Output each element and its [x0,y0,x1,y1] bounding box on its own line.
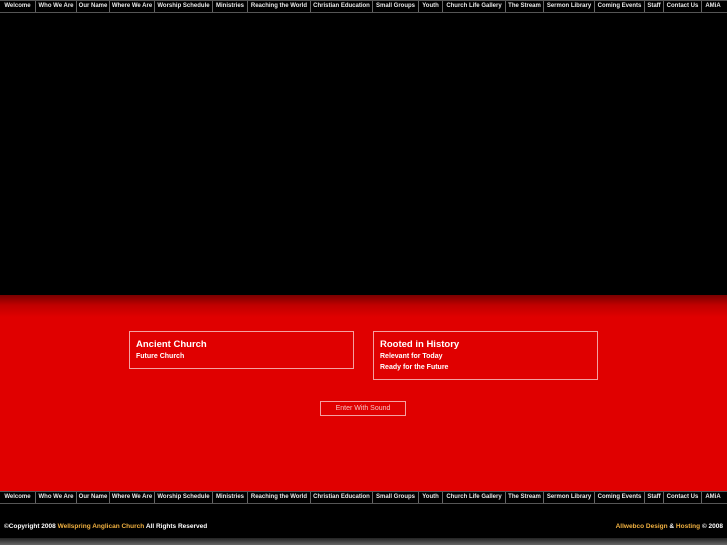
nav-item-welcome[interactable]: Welcome [0,492,36,503]
nav-item-staff[interactable]: Staff [645,1,664,12]
nav-item-amia[interactable]: AMiA [702,1,724,12]
nav-item-contact-us[interactable]: Contact Us [664,1,702,12]
designer-credit: Allwebco Design & Hosting © 2008 [616,523,723,530]
nav-item-christian-education[interactable]: Christian Education [311,1,373,12]
copyright-text: ©Copyright 2008 Wellspring Anglican Chur… [4,523,207,530]
nav-item-youth[interactable]: Youth [419,1,443,12]
copyright-prefix: ©Copyright 2008 [4,523,56,530]
nav-item-where-we-are[interactable]: Where We Are [110,1,155,12]
nav-item-sermon-library[interactable]: Sermon Library [544,492,595,503]
nav-item-small-groups[interactable]: Small Groups [373,1,419,12]
year-text: © 2008 [701,523,723,530]
window-bottom-edge [0,538,727,545]
rooted-in-history-box: Rooted in History Relevant for Today Rea… [373,331,598,380]
nav-item-small-groups[interactable]: Small Groups [373,492,419,503]
rooted-in-history-title: Rooted in History [380,339,460,350]
church-name-link[interactable]: Wellspring Anglican Church [58,523,145,530]
ready-for-future-text: Ready for the Future [380,364,449,371]
hosting-link[interactable]: Hosting [676,523,700,530]
nav-item-coming-events[interactable]: Coming Events [595,1,645,12]
nav-item-ministries[interactable]: Ministries [213,492,248,503]
enter-with-sound-button[interactable]: Enter With Sound [320,401,406,416]
nav-item-reaching-the-world[interactable]: Reaching the World [248,492,311,503]
nav-item-who-we-are[interactable]: Who We Are [36,492,77,503]
nav-item-the-stream[interactable]: The Stream [506,492,544,503]
relevant-for-today-text: Relevant for Today [380,353,443,360]
bottom-nav: Welcome Who We Are Our Name Where We Are Wor… [0,491,727,504]
nav-item-where-we-are[interactable]: Where We Are [110,492,155,503]
ancient-church-title: Ancient Church [136,339,207,350]
flash-banner-area [0,13,727,295]
nav-item-church-life-gallery[interactable]: Church Life Gallery [443,492,506,503]
nav-item-contact-us[interactable]: Contact Us [664,492,702,503]
nav-item-the-stream[interactable]: The Stream [506,1,544,12]
nav-item-reaching-the-world[interactable]: Reaching the World [248,1,311,12]
nav-item-amia[interactable]: AMiA [702,492,724,503]
nav-item-worship-schedule[interactable]: Worship Schedule [155,492,213,503]
allwebco-design-link[interactable]: Allwebco Design [616,523,668,530]
nav-item-sermon-library[interactable]: Sermon Library [544,1,595,12]
nav-item-coming-events[interactable]: Coming Events [595,492,645,503]
intro-panel: Ancient Church Future Church Rooted in H… [0,295,727,491]
ampersand: & [669,523,675,530]
nav-item-our-name[interactable]: Our Name [77,492,110,503]
top-nav: Welcome Who We Are Our Name Where We Are Wor… [0,0,727,13]
nav-item-ministries[interactable]: Ministries [213,1,248,12]
nav-item-church-life-gallery[interactable]: Church Life Gallery [443,1,506,12]
nav-item-christian-education[interactable]: Christian Education [311,492,373,503]
nav-item-staff[interactable]: Staff [645,492,664,503]
nav-item-welcome[interactable]: Welcome [0,1,36,12]
ancient-church-box: Ancient Church Future Church [129,331,354,369]
future-church-text: Future Church [136,353,185,360]
nav-item-youth[interactable]: Youth [419,492,443,503]
rights-text: All Rights Reserved [145,523,208,530]
nav-item-our-name[interactable]: Our Name [77,1,110,12]
nav-item-who-we-are[interactable]: Who We Are [36,1,77,12]
nav-item-worship-schedule[interactable]: Worship Schedule [155,1,213,12]
